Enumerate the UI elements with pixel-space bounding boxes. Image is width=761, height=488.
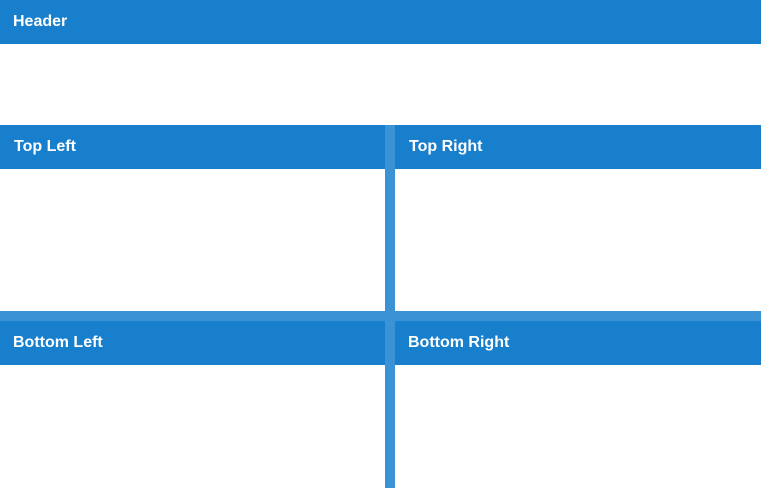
bottom-left-pane-title: Bottom Left: [0, 321, 385, 365]
bottom-left-pane-content: [0, 365, 385, 488]
top-left-pane-title: Top Left: [0, 125, 385, 169]
header-panel-title: Header: [0, 0, 761, 44]
top-right-pane-title: Top Right: [395, 125, 761, 169]
vertical-splitter[interactable]: [385, 125, 395, 488]
top-left-pane-content: [0, 169, 385, 311]
layout-root: Header Top Left Top Right Bottom Left Bo…: [0, 0, 761, 488]
bottom-right-pane-content: [395, 365, 761, 488]
horizontal-splitter[interactable]: [0, 311, 761, 321]
top-right-pane-content: [395, 169, 761, 311]
header-panel-content: [0, 44, 761, 125]
bottom-right-pane-title: Bottom Right: [395, 321, 761, 365]
